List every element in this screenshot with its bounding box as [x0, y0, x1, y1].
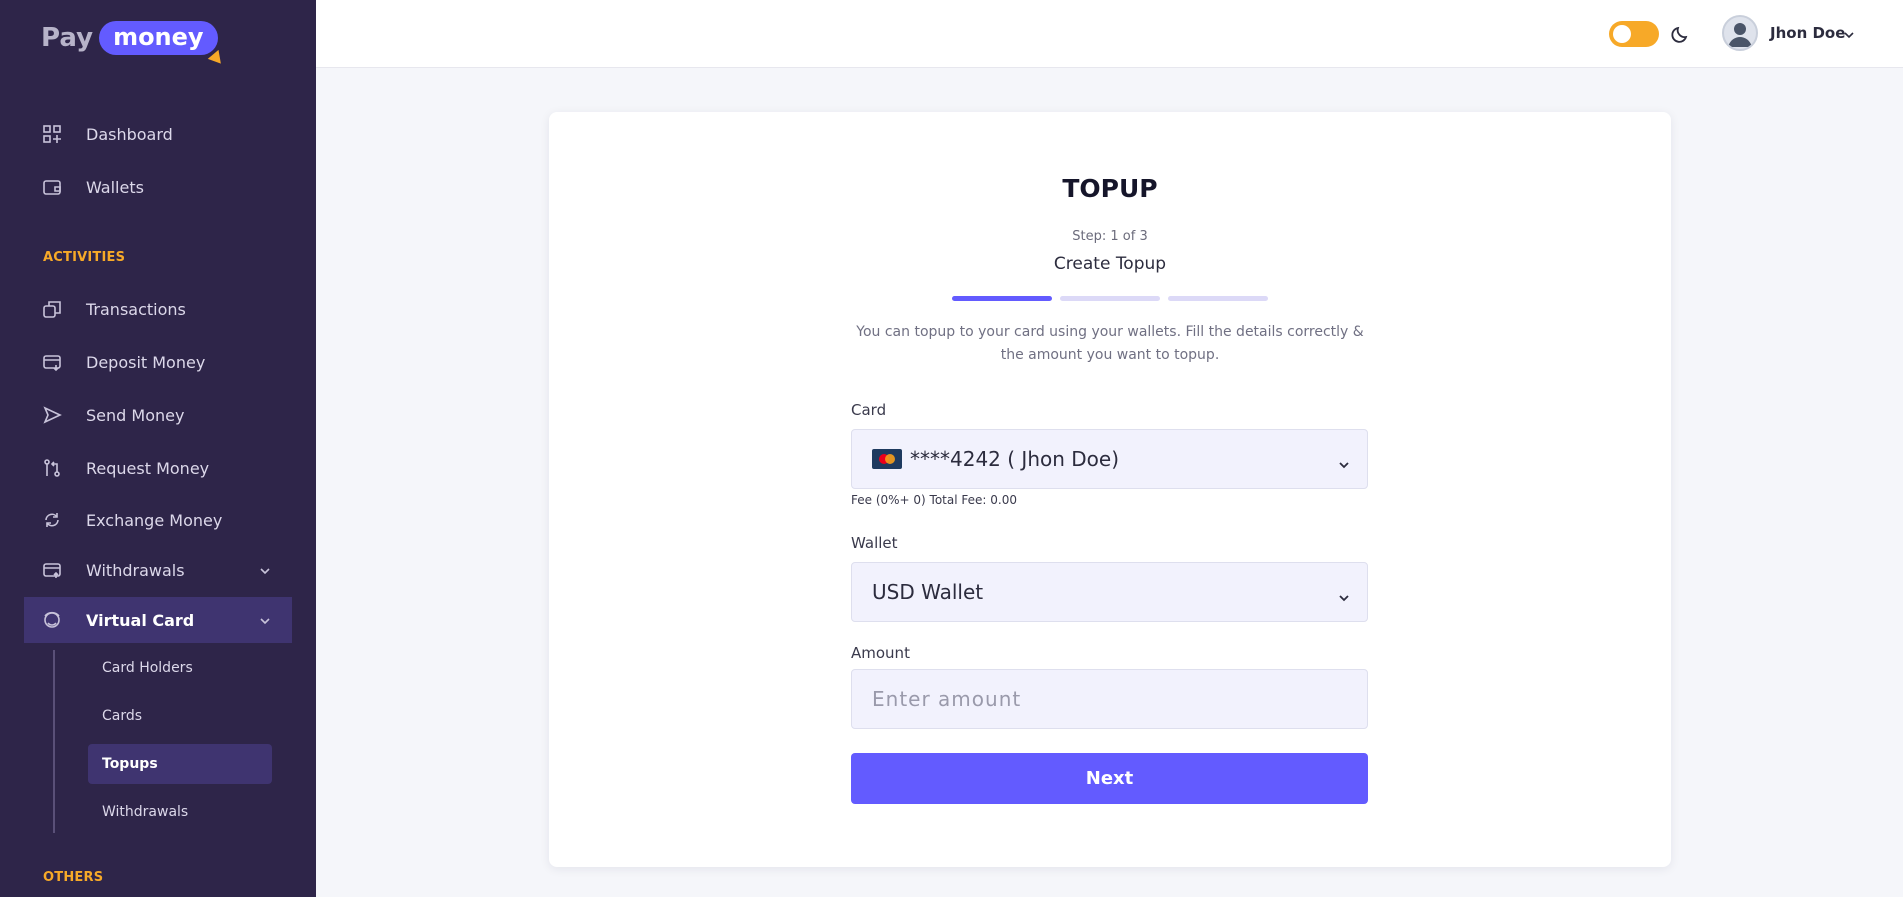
nav-deposit-label: Deposit Money	[86, 352, 206, 372]
nav-withdrawals-label: Withdrawals	[86, 560, 185, 580]
toggle-knob	[1613, 25, 1631, 43]
nav-request-label: Request Money	[86, 458, 210, 478]
nav-exchange-label: Exchange Money	[86, 510, 223, 530]
section-activities: ACTIVITIES	[43, 250, 126, 265]
progress-segment	[1060, 296, 1160, 301]
form-subtitle: Create Topup	[1053, 254, 1167, 274]
nav-virtual-card-label: Virtual Card	[86, 610, 195, 630]
amount-input[interactable]	[851, 669, 1368, 729]
chevron-down-icon	[1337, 586, 1351, 602]
next-button[interactable]: Next	[851, 753, 1368, 804]
chevron-down-icon	[1337, 453, 1351, 469]
moon-icon[interactable]	[1671, 24, 1691, 44]
nav-request-money[interactable]: Request Money	[24, 445, 292, 491]
card-select[interactable]: ****4242 ( Jhon Doe)	[851, 429, 1368, 489]
form-description: You can topup to your card using your wa…	[856, 324, 1364, 363]
nav-transactions[interactable]: Transactions	[24, 286, 292, 332]
sidebar: Pay money Dashboard Wallets ACTIVITIES T…	[0, 0, 316, 897]
nav-withdrawals[interactable]: Withdrawals	[24, 547, 292, 593]
nav-send-label: Send Money	[86, 405, 185, 425]
step-indicator: Step: 1 of 3	[1072, 229, 1148, 244]
nav-deposit-money[interactable]: Deposit Money	[24, 339, 292, 385]
exchange-icon	[42, 510, 62, 530]
wallet-label: Wallet	[851, 534, 898, 552]
progress-bar	[952, 296, 1268, 301]
progress-segment	[952, 296, 1052, 301]
mastercard-icon	[872, 449, 902, 469]
nav-virtual-card[interactable]: Virtual Card	[24, 597, 292, 643]
sub-card-holders[interactable]: Card Holders	[88, 648, 272, 688]
logo-money-pill: money	[99, 21, 226, 69]
logo-money-text: money	[113, 23, 204, 51]
chevron-down-icon	[258, 613, 272, 627]
progress-segment	[1168, 296, 1268, 301]
nav-wallets[interactable]: Wallets	[24, 164, 292, 210]
wallet-select-value: USD Wallet	[872, 580, 984, 604]
send-icon	[42, 405, 62, 425]
theme-toggle[interactable]	[1609, 21, 1659, 47]
topup-card: TOPUP Step: 1 of 3 Create Topup You can …	[549, 112, 1671, 867]
nav-send-money[interactable]: Send Money	[24, 392, 292, 438]
sub-withdrawals[interactable]: Withdrawals	[88, 792, 272, 832]
dashboard-icon	[42, 124, 62, 144]
sub-cards[interactable]: Cards	[88, 696, 272, 736]
submenu-line	[53, 650, 55, 833]
nav-transactions-label: Transactions	[86, 299, 186, 319]
logo[interactable]: Pay money	[41, 19, 226, 69]
wallet-icon	[42, 177, 62, 197]
request-icon	[42, 458, 62, 478]
page-title: TOPUP	[1062, 174, 1158, 203]
amount-label: Amount	[851, 644, 910, 662]
nav-wallets-label: Wallets	[86, 177, 144, 197]
card-select-value: ****4242 ( Jhon Doe)	[910, 447, 1120, 471]
nav-dashboard[interactable]: Dashboard	[24, 111, 292, 157]
logo-pay-text: Pay	[41, 23, 94, 53]
section-others: OTHERS	[43, 870, 104, 885]
nav-dashboard-label: Dashboard	[86, 124, 173, 144]
fee-text: Fee (0%+ 0) Total Fee: 0.00	[851, 493, 1017, 507]
nav-exchange-money[interactable]: Exchange Money	[24, 497, 292, 543]
user-name[interactable]: Jhon Doe	[1770, 24, 1845, 42]
card-label: Card	[851, 401, 887, 419]
cursor-icon	[207, 49, 226, 69]
sub-topups[interactable]: Topups	[88, 744, 272, 784]
withdrawals-icon	[42, 560, 62, 580]
top-header	[316, 0, 1903, 68]
virtual-card-icon	[42, 610, 62, 630]
transactions-icon	[42, 299, 62, 319]
chevron-down-icon[interactable]	[1842, 27, 1856, 41]
deposit-icon	[42, 352, 62, 372]
chevron-down-icon	[258, 563, 272, 577]
user-avatar-icon	[1728, 23, 1752, 47]
wallet-select[interactable]: USD Wallet	[851, 562, 1368, 622]
avatar[interactable]	[1722, 15, 1758, 51]
